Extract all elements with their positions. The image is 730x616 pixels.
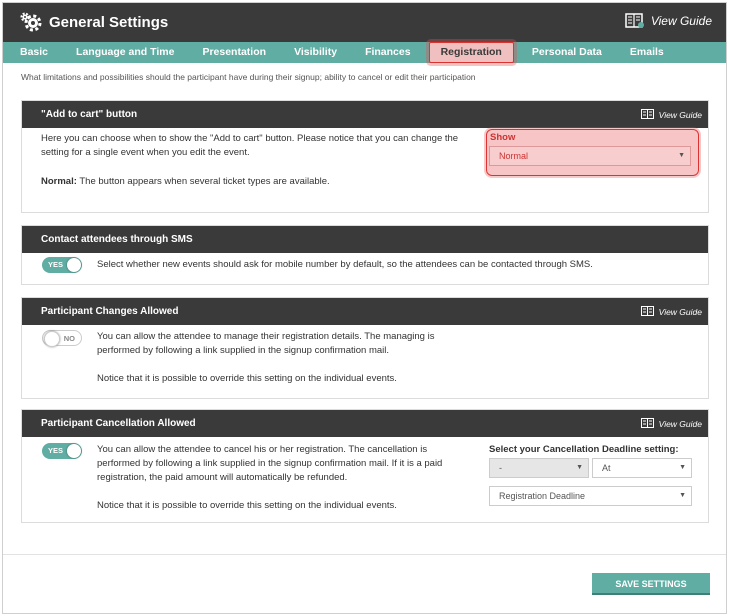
toggle-knob [67,444,81,458]
panel-header: Contact attendees through SMS [22,226,708,253]
cart-description-line1: Here you can choose when to show the "Ad… [41,133,459,144]
tab-finances[interactable]: Finances [351,42,425,63]
select-value: - [499,463,502,473]
chevron-down-icon: ▼ [679,464,686,471]
panel-header: "Add to cart" button View Guide [22,101,708,128]
changes-override-note: Notice that it is possible to override t… [97,373,397,384]
toggle-label: NO [63,334,75,343]
cancel-description-line1: You can allow the attendee to cancel his… [97,444,428,455]
panel-title: "Add to cart" button [41,109,138,120]
book-icon [625,13,644,28]
tab-bar: Basic Language and Time Presentation Vis… [3,42,726,63]
footer-divider [3,554,726,555]
book-icon [640,306,654,316]
show-select[interactable]: Normal ▼ [489,146,691,166]
show-label: Show [490,132,516,143]
view-guide-label: View Guide [658,306,702,317]
deadline-offset-select[interactable]: - ▼ [489,458,589,478]
view-guide-link[interactable]: View Guide [640,306,702,317]
toggle-label: YES [48,446,64,455]
toggle-knob [44,331,60,347]
tab-language-and-time[interactable]: Language and Time [62,42,188,63]
normal-description: The button appears when several ticket t… [79,176,330,187]
chevron-down-icon: ▼ [576,464,583,471]
save-settings-button[interactable]: SAVE SETTINGS [592,573,710,595]
cancel-override-note: Notice that it is possible to override t… [97,500,397,511]
view-guide-link[interactable]: View Guide [640,109,702,120]
tab-emails[interactable]: Emails [616,42,678,63]
view-guide-link[interactable]: View Guide [640,418,702,429]
cart-description-line2: setting for a single event when you edit… [41,147,250,158]
changes-description-line2: performed by following a link supplied i… [97,345,390,356]
tab-personal-data[interactable]: Personal Data [518,42,616,63]
tab-visibility[interactable]: Visibility [280,42,351,63]
book-icon [640,418,654,428]
select-value: At [602,463,611,473]
view-guide-label: View Guide [658,418,702,429]
participant-cancellation-panel: Participant Cancellation Allowed View Gu… [21,409,709,523]
normal-note: Normal: The button appears when several … [41,175,330,189]
tab-basic[interactable]: Basic [3,42,62,63]
normal-label: Normal: [41,176,77,187]
panel-title: Contact attendees through SMS [41,234,193,245]
gear-icon [20,12,42,32]
add-to-cart-panel: "Add to cart" button View Guide Here you… [21,100,709,213]
sms-panel: Contact attendees through SMS YES Select… [21,225,709,285]
tab-registration[interactable]: Registration [428,42,514,63]
settings-window: General Settings View Guide Basic Langua… [2,2,727,614]
cancel-toggle[interactable]: YES [42,443,82,459]
panel-header: Participant Cancellation Allowed View Gu… [22,410,708,437]
participant-changes-panel: Participant Changes Allowed View Guide N… [21,297,709,399]
toggle-label: YES [48,260,64,269]
chevron-down-icon: ▼ [678,152,685,159]
view-guide-link[interactable]: View Guide [625,13,712,29]
top-bar: General Settings View Guide [3,3,726,42]
changes-description-line1: You can allow the attendee to manage the… [97,331,435,342]
view-guide-label: View Guide [658,109,702,120]
panel-title: Participant Cancellation Allowed [41,418,196,429]
toggle-knob [67,258,81,272]
sms-description: Select whether new events should ask for… [97,259,593,270]
cancel-description-line2: performed by following a link supplied i… [97,458,443,469]
chevron-down-icon: ▼ [679,492,686,499]
view-guide-label: View Guide [650,14,712,28]
deadline-relation-select[interactable]: At ▼ [592,458,692,478]
changes-toggle[interactable]: NO [42,330,82,347]
intro-text: What limitations and possibilities shoul… [21,72,476,82]
deadline-type-select[interactable]: Registration Deadline ▼ [489,486,692,506]
cancel-description-line3: registration, the paid amount will autom… [97,472,348,483]
tab-presentation[interactable]: Presentation [188,42,280,63]
book-icon [640,109,654,119]
panel-header: Participant Changes Allowed View Guide [22,298,708,325]
show-select-value: Normal [499,151,529,161]
select-value: Registration Deadline [499,491,586,501]
page-title: General Settings [49,14,169,31]
panel-title: Participant Changes Allowed [41,306,179,317]
deadline-label: Select your Cancellation Deadline settin… [489,444,679,455]
sms-toggle[interactable]: YES [42,257,82,273]
